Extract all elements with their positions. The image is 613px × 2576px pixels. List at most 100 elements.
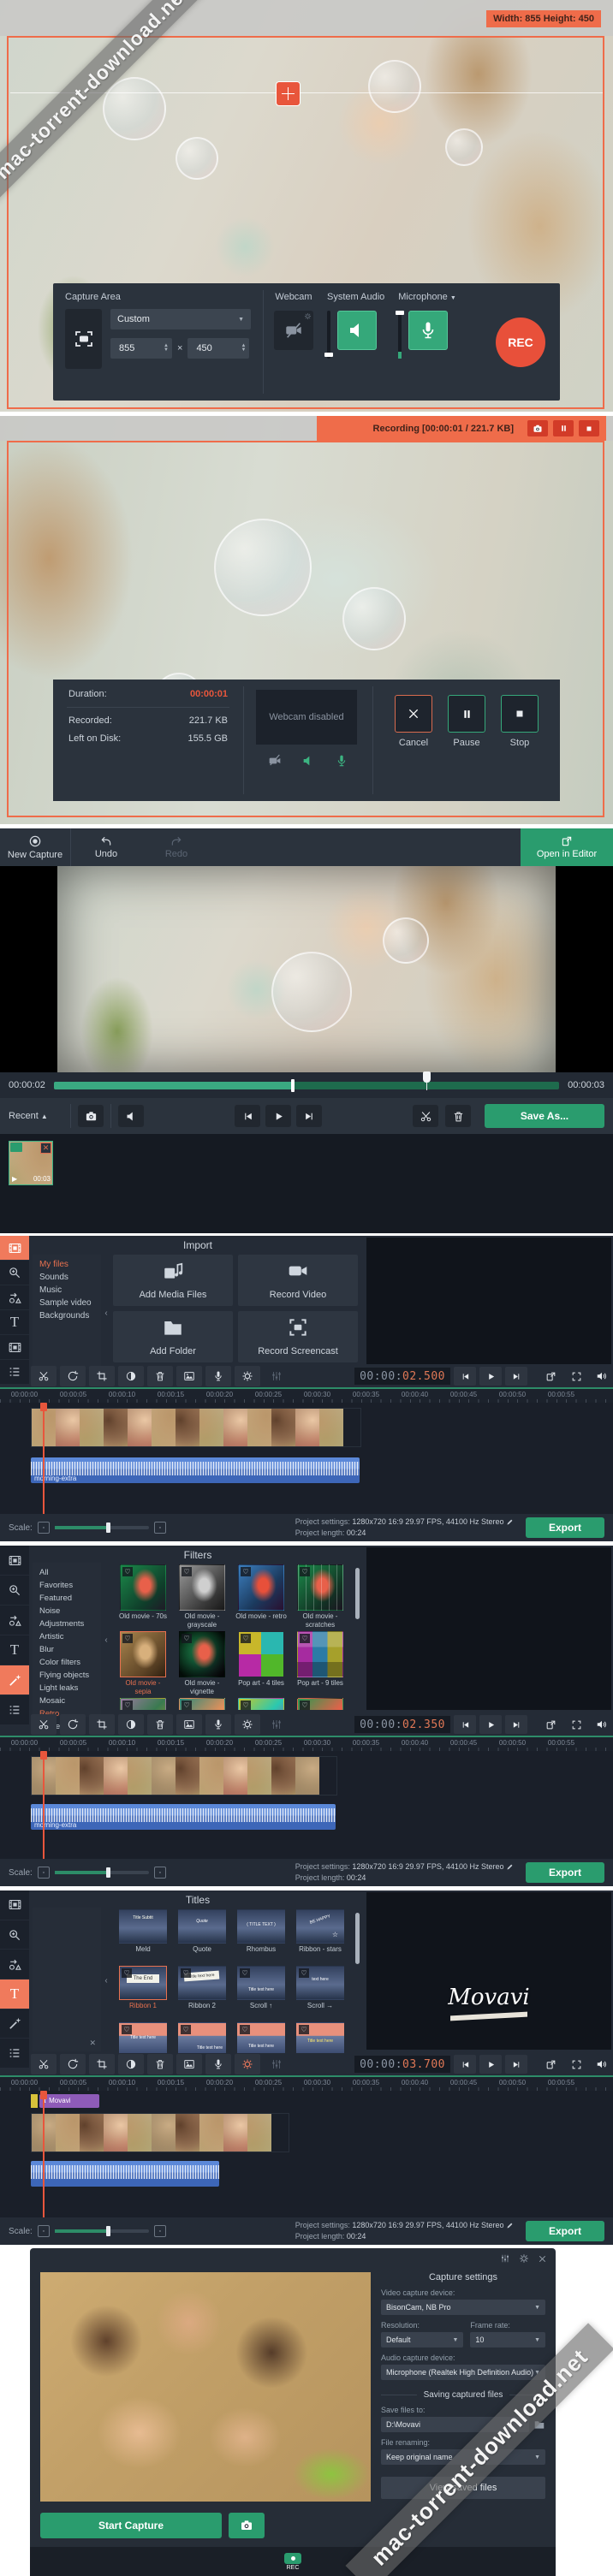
color-adjustments-button[interactable] <box>118 1714 144 1735</box>
fullscreen-button[interactable] <box>565 1715 587 1734</box>
mute-button[interactable] <box>118 1105 144 1127</box>
webcam-toggle-button[interactable] <box>274 311 313 350</box>
filter-item[interactable]: ♡ Old movie - grayscale <box>176 1564 229 1631</box>
filter-item[interactable]: ♡ <box>176 1698 229 1710</box>
settings-button-active[interactable] <box>235 2054 260 2074</box>
sidebar-item-import[interactable] <box>0 1236 29 1261</box>
sidebar-item-filters[interactable] <box>0 1665 29 1695</box>
previous-frame-button[interactable] <box>454 1715 476 1734</box>
audio-track-clip[interactable] <box>31 2161 219 2187</box>
properties-button[interactable] <box>176 1714 202 1735</box>
voiceover-button[interactable] <box>205 1366 231 1386</box>
category-favorites[interactable]: Favorites <box>33 1579 101 1592</box>
export-button[interactable]: Export <box>526 1862 604 1883</box>
color-adjustments-button[interactable] <box>118 2054 144 2074</box>
slider-thumb[interactable] <box>396 311 404 315</box>
filter-item[interactable]: ♡ Old movie - 70s <box>116 1564 170 1631</box>
heart-icon[interactable]: ♡ <box>122 1701 133 1710</box>
timeline-ruler[interactable]: 00:00:0000:00:0500:00:1000:00:1500:00:20… <box>0 1736 613 1751</box>
cut-button[interactable] <box>31 1714 57 1735</box>
pencil-icon[interactable] <box>506 2222 514 2229</box>
heart-icon[interactable]: ♡ <box>182 1567 192 1576</box>
filter-item[interactable]: ♡ Pop art - 4 tiles <box>235 1631 288 1698</box>
play-button[interactable] <box>479 1367 502 1386</box>
chevron-down-icon[interactable]: ▼ <box>450 295 456 301</box>
slider-thumb[interactable] <box>324 353 333 357</box>
open-in-editor-button[interactable]: Open in Editor <box>521 828 613 866</box>
scale-thumb[interactable] <box>106 2226 110 2236</box>
close-icon[interactable] <box>538 2254 547 2264</box>
system-audio-volume-slider[interactable] <box>327 311 330 359</box>
sidebar-item-filters[interactable] <box>0 2009 29 2039</box>
next-frame-button[interactable] <box>505 1367 527 1386</box>
properties-button[interactable] <box>176 1366 202 1386</box>
title-track-clip[interactable]: T Movavi <box>39 2094 99 2108</box>
sidebar-item-titles[interactable]: T <box>0 1310 29 1335</box>
collapse-panel-chevron[interactable]: ‹ <box>102 1631 110 1648</box>
heart-icon[interactable]: ♡ <box>299 1968 309 1978</box>
volume-button[interactable] <box>591 1367 613 1386</box>
zoom-out-button[interactable]: ▫ <box>38 1867 50 1879</box>
record-video-button[interactable]: Record Video <box>238 1255 358 1306</box>
audio-track-clip[interactable]: morning-extra <box>31 1457 360 1483</box>
title-preview-text[interactable]: Movavi <box>366 1985 611 2010</box>
timeline-playhead[interactable] <box>43 2091 45 2217</box>
sidebar-item-search[interactable] <box>0 1261 29 1285</box>
tools-button[interactable] <box>264 1714 289 1735</box>
sliders-icon[interactable] <box>500 2253 510 2264</box>
nav-item-sounds[interactable]: Sounds <box>33 1271 101 1284</box>
collapse-panel-chevron[interactable]: ‹ <box>102 1972 110 1989</box>
nav-item-music[interactable]: Music <box>33 1284 101 1297</box>
delete-button[interactable] <box>147 2054 173 2074</box>
microphone-volume-slider[interactable] <box>398 311 402 359</box>
timeline-ruler[interactable]: 00:00:0000:00:0500:00:1000:00:1500:00:20… <box>0 2075 613 2091</box>
share-button[interactable] <box>539 2055 562 2074</box>
export-button[interactable]: Export <box>526 2221 604 2241</box>
snapshot-button[interactable] <box>78 1105 104 1127</box>
crop-button[interactable] <box>89 1714 115 1735</box>
add-folder-button[interactable]: Add Folder <box>113 1311 233 1362</box>
recent-toggle[interactable]: Recent ▲ <box>9 1111 63 1121</box>
heart-icon[interactable]: ♡ <box>241 1701 251 1710</box>
heart-icon[interactable]: ♡ <box>300 1634 310 1643</box>
heart-icon[interactable]: ♡ <box>299 2025 309 2034</box>
heart-icon[interactable]: ♡ <box>182 1701 192 1710</box>
previous-frame-button[interactable] <box>454 1367 476 1386</box>
timeline-playhead[interactable] <box>43 1403 45 1514</box>
title-item[interactable]: Title text here♡ Scroll ↑ <box>235 1966 288 2022</box>
category-adjustments[interactable]: Adjustments <box>33 1617 101 1630</box>
heart-icon[interactable]: ♡ <box>181 2025 191 2034</box>
zoom-out-button[interactable]: ▫ <box>38 2225 50 2237</box>
capture-height-stepper[interactable]: 450 ▲▼ <box>187 338 249 359</box>
stop-button[interactable] <box>501 695 539 733</box>
delete-button[interactable] <box>147 1366 173 1386</box>
microphone-toggle-button[interactable] <box>408 311 448 350</box>
gear-icon[interactable] <box>304 312 312 320</box>
fullscreen-button[interactable] <box>565 1367 587 1386</box>
system-audio-toggle-button[interactable] <box>337 311 377 350</box>
scrollbar[interactable] <box>355 1913 360 1964</box>
capture-width-stepper[interactable]: 855 ▲▼ <box>110 338 172 359</box>
play-button[interactable] <box>479 1715 502 1734</box>
sidebar-item-more[interactable] <box>0 1360 29 1385</box>
scale-slider[interactable] <box>55 2229 149 2233</box>
webcam-muted-icon[interactable] <box>268 753 282 769</box>
title-item[interactable]: Title text here♡ <box>235 2022 288 2053</box>
share-button[interactable] <box>539 1367 562 1386</box>
title-item[interactable]: Title Subtit Meld <box>116 1909 170 1966</box>
video-track-clip[interactable] <box>31 1756 337 1795</box>
sidebar-item-more[interactable] <box>0 2039 29 2069</box>
video-preview[interactable]: Movavi <box>366 1892 611 2050</box>
sidebar-item-transitions[interactable] <box>0 1606 29 1635</box>
sidebar-item-import[interactable] <box>0 1546 29 1576</box>
rotate-button[interactable] <box>60 1714 86 1735</box>
voiceover-button[interactable] <box>205 1714 231 1735</box>
capture-area-button[interactable] <box>65 309 102 369</box>
sidebar-item-search[interactable] <box>0 1920 29 1950</box>
category-all[interactable]: All <box>33 1566 101 1579</box>
scrollbar[interactable] <box>355 1568 360 1619</box>
heart-icon[interactable]: ♡ <box>300 1701 310 1710</box>
stop-button[interactable] <box>579 420 599 436</box>
screenshot-button[interactable] <box>527 420 548 436</box>
cut-button[interactable] <box>31 1366 57 1386</box>
